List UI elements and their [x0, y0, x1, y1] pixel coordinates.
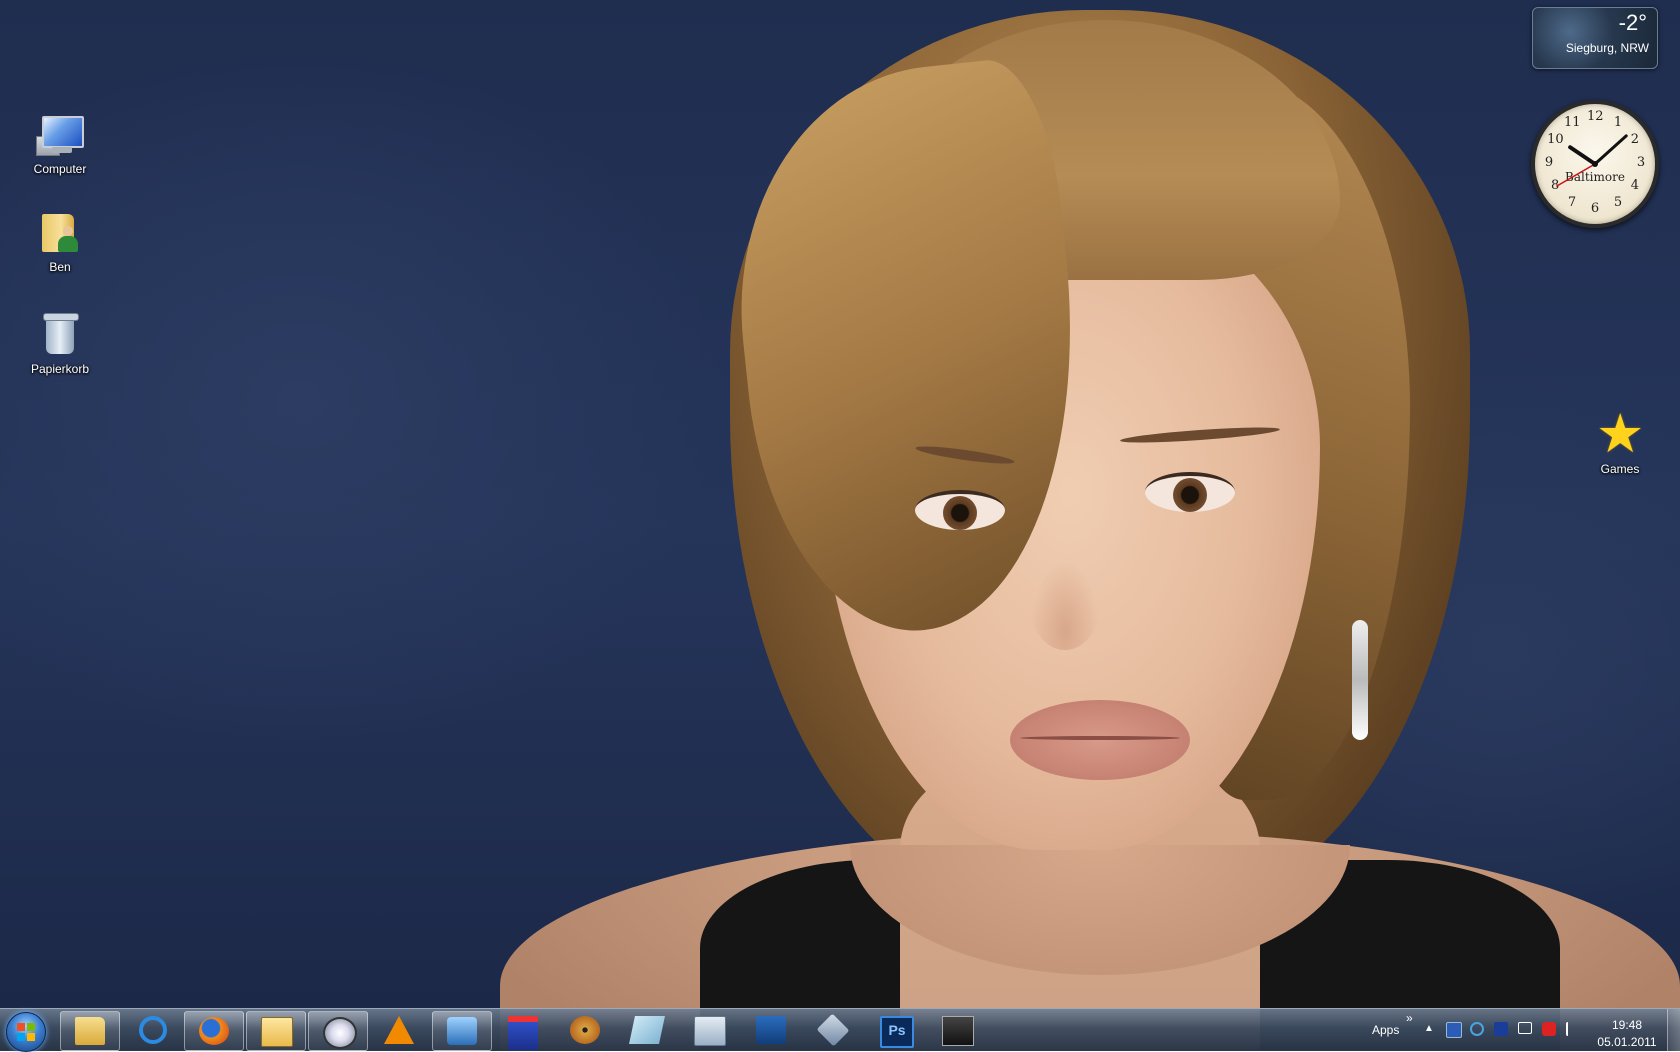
- clock-minute-hand: [1593, 134, 1628, 166]
- taskbar-clock[interactable]: 19:48 05.01.2011: [1590, 1017, 1664, 1051]
- user-folder-icon: [36, 208, 84, 256]
- start-button[interactable]: [6, 1012, 46, 1052]
- disc-icon: [570, 1016, 600, 1044]
- wallpaper-portrait: [0, 0, 1680, 1050]
- photoshop-icon: Ps: [880, 1016, 914, 1048]
- tray-antivirus-icon[interactable]: [1542, 1022, 1556, 1036]
- weather-gadget[interactable]: -2° Siegburg, NRW: [1532, 7, 1658, 69]
- taskbar-notes-button[interactable]: [618, 1011, 676, 1049]
- portrait-lips-line: [1020, 736, 1180, 740]
- windows-start-icon: [17, 1023, 35, 1041]
- desktop-icon-label: Computer: [33, 162, 87, 176]
- folder-icon: [75, 1017, 105, 1045]
- clock-gadget[interactable]: 12 1 2 3 4 5 6 7 8 9 10 11 Baltimore: [1531, 100, 1659, 228]
- tray-monitor-icon[interactable]: [1518, 1022, 1532, 1034]
- taskbar-virtualbox-button[interactable]: [804, 1011, 862, 1049]
- desktop-icon-games[interactable]: ★ Games: [1575, 404, 1665, 476]
- tray-network-icon[interactable]: [1470, 1022, 1484, 1036]
- taskbar-disc-burner-button[interactable]: [556, 1011, 614, 1049]
- powershell-icon: [756, 1016, 786, 1044]
- calculator-icon: [694, 1016, 726, 1046]
- recycle-bin-icon: [36, 310, 84, 358]
- vlc-icon: [384, 1016, 414, 1044]
- taskbar-date: 05.01.2011: [1597, 1035, 1657, 1049]
- desktop-icon-label: Ben: [49, 260, 71, 274]
- taskbar-photoshop-button[interactable]: Ps: [866, 1011, 924, 1049]
- photo-icon: [942, 1016, 974, 1046]
- taskbar-mail-app-button[interactable]: [246, 1011, 306, 1051]
- desktop-icon-label: Papierkorb: [30, 362, 90, 376]
- tray-app-icon[interactable]: [1446, 1022, 1462, 1038]
- taskbar-photo-app-button[interactable]: [928, 1011, 986, 1049]
- taskbar-save-tool-button[interactable]: [494, 1011, 552, 1050]
- desktop-icon-computer[interactable]: Computer: [15, 110, 105, 176]
- portrait-lips: [1010, 700, 1190, 780]
- portrait-eye-right: [1145, 472, 1235, 512]
- clock-hour-hand: [1568, 145, 1597, 166]
- taskbar-media-player-button[interactable]: [432, 1011, 492, 1051]
- desktop-wallpaper: [0, 0, 1680, 1050]
- notes-icon: [629, 1016, 665, 1044]
- portrait-nose: [1030, 560, 1100, 650]
- show-desktop-button[interactable]: [1667, 1009, 1680, 1051]
- portrait-eye-left: [915, 490, 1005, 530]
- games-star-icon: ★: [1596, 404, 1645, 464]
- show-hidden-icons-button[interactable]: ▲: [1424, 1023, 1434, 1034]
- taskbar-windows-explorer-button[interactable]: [60, 1011, 120, 1051]
- portrait-earring: [1352, 620, 1368, 740]
- toolbar-overflow-button[interactable]: »: [1406, 1011, 1413, 1025]
- weather-location: Siegburg, NRW: [1565, 41, 1649, 55]
- taskbar-vlc-button[interactable]: [370, 1011, 428, 1049]
- tray-action-center-icon[interactable]: [1566, 1022, 1580, 1036]
- virtualbox-icon: [816, 1013, 850, 1047]
- taskbar-network-tool-button[interactable]: [308, 1011, 368, 1051]
- desktop-icon-ben[interactable]: Ben: [15, 208, 105, 274]
- apps-toolbar-label[interactable]: Apps: [1372, 1023, 1399, 1037]
- taskbar-powershell-button[interactable]: [742, 1011, 800, 1049]
- weather-temperature: -2°: [1618, 10, 1647, 35]
- clock-second-hand: [1556, 163, 1596, 187]
- taskbar-firefox-button[interactable]: [184, 1011, 244, 1051]
- taskbar: Ps Apps » ▲ 19:48 05.01.2011: [0, 1008, 1680, 1052]
- clock-center-pin: [1592, 161, 1598, 167]
- desktop-icon-label: Games: [1600, 462, 1640, 476]
- computer-icon: [36, 110, 84, 158]
- floppy-icon: [508, 1016, 538, 1050]
- taskbar-time: 19:48: [1611, 1018, 1643, 1032]
- media-player-icon: [447, 1017, 477, 1045]
- desktop-icon-papierkorb[interactable]: Papierkorb: [15, 310, 105, 376]
- ie-icon: [139, 1016, 167, 1044]
- clock-hands: [1556, 134, 1628, 187]
- taskbar-calculator-button[interactable]: [680, 1011, 738, 1049]
- mail-icon: [261, 1017, 293, 1047]
- network-icon: [323, 1017, 357, 1049]
- taskbar-internet-explorer-button[interactable]: [122, 1011, 180, 1049]
- firefox-icon: [199, 1017, 229, 1045]
- tray-bluetooth-icon[interactable]: [1494, 1022, 1508, 1036]
